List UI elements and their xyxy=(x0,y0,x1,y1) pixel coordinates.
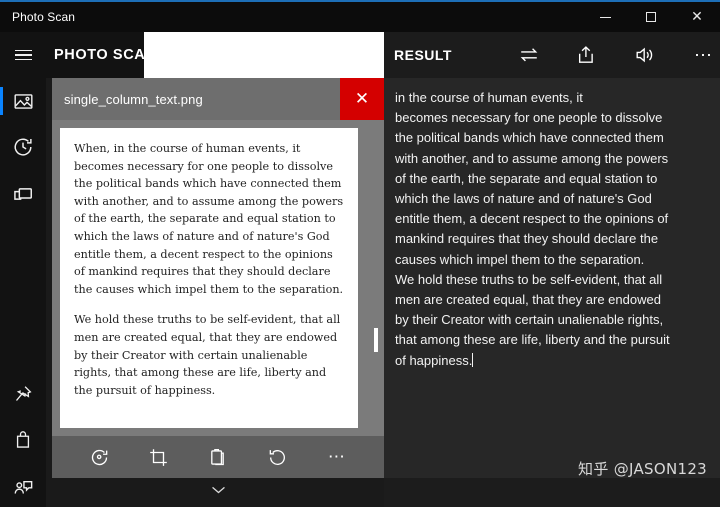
title-bar: Photo Scan ✕ xyxy=(0,2,720,32)
rail-spacer xyxy=(0,216,46,371)
photo-scan-pane: PHOTO SCAN single_column_text.png ✕ When… xyxy=(46,32,384,507)
share-icon xyxy=(578,46,593,63)
hamburger-icon xyxy=(14,49,32,61)
swap-languages-button[interactable] xyxy=(514,40,544,70)
rotate-button[interactable] xyxy=(260,440,294,474)
swap-icon xyxy=(520,48,538,62)
pin-icon xyxy=(15,386,32,401)
document-close-button[interactable]: ✕ xyxy=(340,78,384,120)
copy-button[interactable] xyxy=(201,440,235,474)
document-page: When, in the course of human events, it … xyxy=(60,128,358,428)
image-toolbar: ⋯ xyxy=(52,436,384,478)
history-icon xyxy=(14,138,32,156)
more-icon: ⋯ xyxy=(327,447,345,466)
result-more-button[interactable]: ⋯ xyxy=(688,40,718,70)
image-icon xyxy=(13,93,33,109)
result-header: RESULT ⋯ xyxy=(384,32,720,78)
crop-icon xyxy=(150,448,168,466)
text-caret xyxy=(472,352,474,367)
close-icon: ✕ xyxy=(691,9,703,25)
page-title: PHOTO SCAN xyxy=(54,47,157,63)
sidebar-item-screen-capture[interactable] xyxy=(0,170,46,216)
share-button[interactable] xyxy=(572,40,602,70)
sidebar-item-feedback[interactable] xyxy=(0,463,46,507)
more-options-button[interactable]: ⋯ xyxy=(319,440,353,474)
more-icon: ⋯ xyxy=(694,45,712,65)
rescan-button[interactable] xyxy=(83,440,117,474)
rotate-icon xyxy=(269,449,285,465)
navigation-rail xyxy=(0,32,46,507)
document-preview-area[interactable]: When, in the course of human events, it … xyxy=(52,120,384,436)
sidebar-item-menu[interactable] xyxy=(0,32,46,78)
chevron-down-icon xyxy=(211,486,225,493)
feedback-icon xyxy=(14,480,32,494)
clipboard-icon xyxy=(211,448,225,465)
close-button[interactable]: ✕ xyxy=(674,2,720,32)
document-card: single_column_text.png ✕ When, in the co… xyxy=(52,78,384,436)
screen-capture-icon xyxy=(14,188,32,200)
result-text: in the course of human events, it become… xyxy=(395,90,670,368)
close-icon: ✕ xyxy=(354,89,370,109)
watermark: 知乎 @JASON123 xyxy=(578,460,707,478)
result-pane: RESULT ⋯ in the course of human events, … xyxy=(384,32,720,507)
window-title: Photo Scan xyxy=(12,10,76,24)
result-actions: ⋯ xyxy=(514,40,718,70)
document-paragraph: We hold these truths to be self-evident,… xyxy=(74,313,341,397)
sidebar-item-history[interactable] xyxy=(0,124,46,170)
rescan-icon xyxy=(91,449,108,465)
maximize-button[interactable] xyxy=(628,2,674,32)
sidebar-item-photo-scan[interactable] xyxy=(0,78,46,124)
app-window: Photo Scan ✕ PHOTO SCAN single_column_te… xyxy=(0,0,720,507)
crop-button[interactable] xyxy=(142,440,176,474)
sidebar-item-pin[interactable] xyxy=(0,371,46,417)
window-controls: ✕ xyxy=(582,2,720,32)
preview-scrollbar[interactable] xyxy=(372,120,380,436)
sidebar-item-store[interactable] xyxy=(0,417,46,463)
document-header: single_column_text.png ✕ xyxy=(52,78,384,120)
minimize-icon xyxy=(599,16,611,18)
maximize-icon xyxy=(646,12,656,22)
result-title: RESULT xyxy=(394,47,452,63)
panel-expander-button[interactable] xyxy=(52,478,384,500)
blank-preview-strip xyxy=(144,32,384,84)
document-paragraph: When, in the course of human events, it … xyxy=(74,142,344,296)
minimize-button[interactable] xyxy=(582,2,628,32)
speak-button[interactable] xyxy=(630,40,660,70)
document-filename: single_column_text.png xyxy=(64,91,203,107)
preview-scrollbar-thumb[interactable] xyxy=(374,328,378,352)
result-text-area[interactable]: in the course of human events, it become… xyxy=(384,78,720,478)
shopping-bag-icon xyxy=(16,431,30,448)
speaker-icon xyxy=(636,47,653,63)
